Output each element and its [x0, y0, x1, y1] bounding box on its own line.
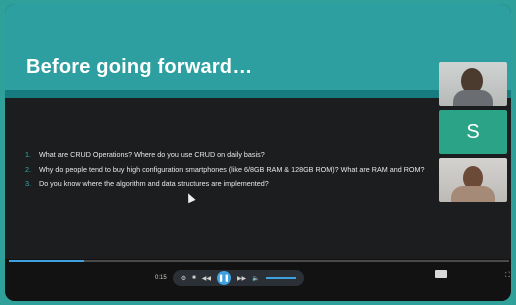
participant-body [453, 90, 493, 106]
playback-controls: 0:15 ⚙ ■ ◀◀ ❚❚ ▶▶ 🔈 [155, 270, 304, 286]
banner-divider [5, 90, 511, 98]
list-text: What are CRUD Operations? Where do you u… [39, 150, 265, 159]
fast-forward-icon[interactable]: ▶▶ [237, 275, 246, 282]
settings-icon[interactable]: ⚙ [181, 275, 186, 282]
fullscreen-icon[interactable]: ⛶ [505, 272, 510, 280]
avatar-letter: S [466, 120, 480, 143]
participant-body [451, 186, 495, 202]
captions-icon[interactable] [435, 270, 447, 278]
seek-bar[interactable] [9, 260, 509, 262]
participant-panel: S [439, 62, 511, 206]
list-number: 3. [25, 179, 31, 188]
participant-video-tile[interactable] [439, 158, 507, 202]
play-pause-button[interactable]: ❚❚ [216, 271, 231, 285]
volume-icon[interactable]: 🔈 [252, 275, 259, 282]
list-item: 2. Why do people tend to buy high config… [25, 165, 435, 176]
slide-title: Before going forward… [26, 56, 253, 78]
stop-icon[interactable]: ■ [192, 275, 196, 281]
rewind-icon[interactable]: ◀◀ [202, 275, 211, 282]
question-list: 1. What are CRUD Operations? Where do yo… [25, 150, 435, 194]
seek-bar-fill [9, 260, 84, 262]
participant-video-tile[interactable] [439, 62, 507, 106]
participant-avatar-tile[interactable]: S [439, 110, 507, 154]
list-number: 1. [25, 150, 31, 159]
volume-slider[interactable] [265, 277, 296, 279]
list-item: 1. What are CRUD Operations? Where do yo… [25, 150, 435, 161]
time-label: 0:15 [155, 275, 167, 281]
control-pill: ⚙ ■ ◀◀ ❚❚ ▶▶ 🔈 [172, 270, 304, 286]
list-number: 2. [25, 164, 31, 174]
list-item: 3. Do you know where the algorithm and d… [25, 179, 435, 190]
list-text: Why do people tend to buy high configura… [39, 164, 425, 174]
list-text: Do you know where the algorithm and data… [39, 179, 269, 188]
screen-share-frame: Before going forward… 1. What are CRUD O… [5, 4, 511, 301]
